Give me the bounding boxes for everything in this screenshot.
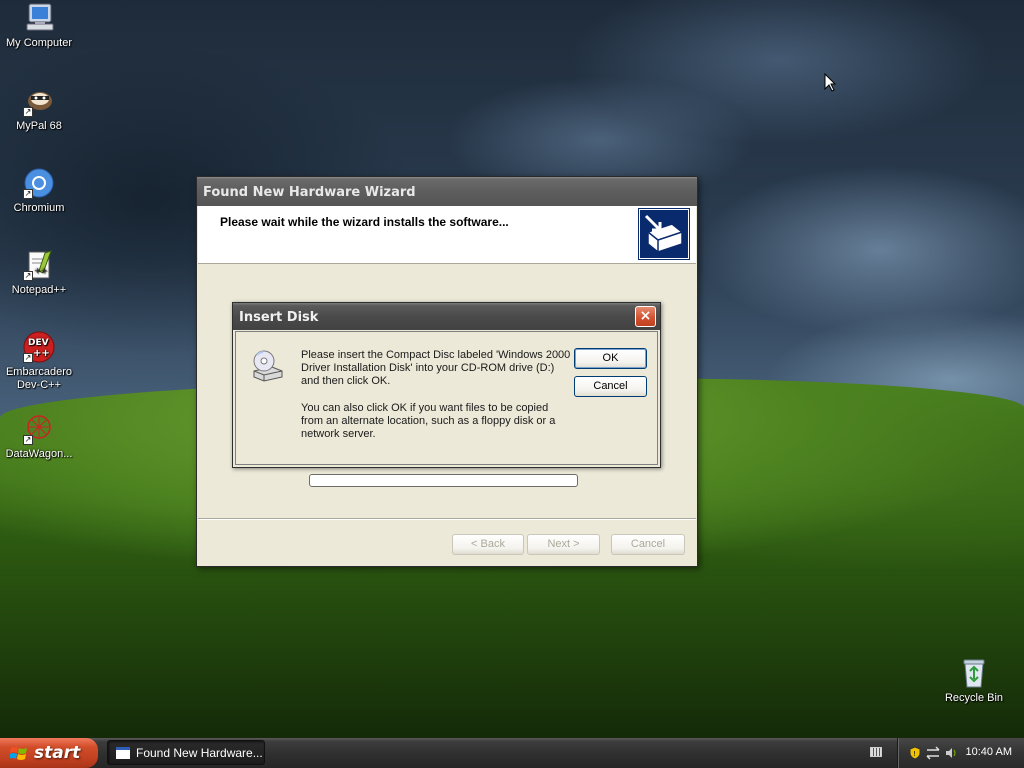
clock[interactable]: 10:40 AM bbox=[966, 746, 1012, 758]
desktop-icon-my-computer[interactable]: My Computer bbox=[0, 2, 78, 50]
start-label: start bbox=[34, 743, 81, 763]
security-shield-icon[interactable]: ! bbox=[908, 746, 922, 760]
desktop-icon-label: DataWagon... bbox=[5, 448, 73, 460]
desktop-icon-recycle-bin[interactable]: Recycle Bin bbox=[935, 657, 1013, 705]
keyboard-icon[interactable] bbox=[870, 747, 882, 757]
shortcut-arrow-icon: ↗ bbox=[23, 271, 33, 281]
insert-disk-message: Please insert the Compact Disc labeled '… bbox=[301, 349, 571, 387]
svg-text:DEV: DEV bbox=[28, 338, 49, 348]
my-computer-icon bbox=[23, 2, 55, 34]
svg-text:++: ++ bbox=[34, 266, 47, 275]
desktop-icon-label: Notepad++ bbox=[11, 284, 67, 296]
desktop-icon-devcpp[interactable]: DEV ++ ↗ Embarcadero Dev-C++ bbox=[0, 331, 78, 392]
shortcut-arrow-icon: ↗ bbox=[23, 107, 33, 117]
taskbar-item-label: Found New Hardware... bbox=[136, 746, 263, 760]
desktop-icon-notepad-plus-plus[interactable]: ++ ↗ Notepad++ bbox=[0, 249, 78, 297]
wizard-cancel-button[interactable]: Cancel bbox=[611, 534, 685, 555]
shortcut-arrow-icon: ↗ bbox=[23, 435, 33, 445]
svg-text:!: ! bbox=[913, 750, 916, 758]
hardware-install-icon bbox=[638, 208, 690, 260]
insert-disk-title: Insert Disk bbox=[239, 310, 319, 325]
desktop-icon-label: Recycle Bin bbox=[944, 692, 1004, 704]
start-button[interactable]: start bbox=[0, 738, 98, 768]
taskbar-item-found-new-hardware[interactable]: Found New Hardware... bbox=[107, 740, 265, 765]
shortcut-arrow-icon: ↗ bbox=[23, 353, 33, 363]
ok-button[interactable]: OK bbox=[574, 348, 647, 369]
close-button[interactable]: × bbox=[635, 306, 656, 327]
system-tray: ! 10:40 AM bbox=[897, 738, 1024, 768]
back-button[interactable]: < Back bbox=[452, 534, 524, 555]
datawagon-icon: ↗ bbox=[23, 413, 55, 445]
taskbar: start Found New Hardware... ! 10:40 AM bbox=[0, 738, 1024, 768]
wizard-titlebar[interactable]: Found New Hardware Wizard bbox=[197, 177, 697, 206]
wizard-header-title: Please wait while the wizard installs th… bbox=[220, 215, 509, 229]
desktop-icon-mypal[interactable]: ↗ MyPal 68 bbox=[0, 85, 78, 133]
cd-drive-icon bbox=[250, 349, 284, 383]
insert-disk-alternate-message: You can also click OK if you want files … bbox=[301, 402, 556, 440]
desktop-icon-chromium[interactable]: ↗ Chromium bbox=[0, 167, 78, 215]
insert-disk-cancel-button[interactable]: Cancel bbox=[574, 376, 647, 397]
windows-logo-icon bbox=[9, 745, 28, 762]
desktop-icon-datawagon[interactable]: ↗ DataWagon... bbox=[0, 413, 78, 461]
mypal-icon: ↗ bbox=[23, 85, 55, 117]
next-button[interactable]: Next > bbox=[527, 534, 600, 555]
svg-text:++: ++ bbox=[33, 348, 50, 359]
desktop-icon-label: Chromium bbox=[13, 202, 65, 214]
notepad-plus-plus-icon: ++ ↗ bbox=[23, 249, 55, 281]
mouse-cursor-icon bbox=[824, 72, 837, 92]
wizard-header: Please wait while the wizard installs th… bbox=[198, 206, 696, 264]
desktop-icon-label: Embarcadero Dev-C++ bbox=[5, 366, 73, 391]
recycle-bin-icon bbox=[958, 657, 990, 689]
window-icon bbox=[116, 747, 130, 759]
chromium-icon: ↗ bbox=[23, 167, 55, 199]
wizard-footer-separator bbox=[198, 518, 696, 520]
shortcut-arrow-icon: ↗ bbox=[23, 189, 33, 199]
devcpp-icon: DEV ++ ↗ bbox=[23, 331, 55, 363]
network-icon[interactable] bbox=[926, 746, 940, 760]
install-progress-bar bbox=[309, 474, 578, 487]
desktop-icon-label: MyPal 68 bbox=[16, 120, 62, 132]
desktop-icon-label: My Computer bbox=[5, 37, 73, 49]
insert-disk-titlebar[interactable]: Insert Disk × bbox=[233, 303, 660, 330]
insert-disk-dialog: Insert Disk × Please insert the Compact … bbox=[232, 302, 661, 468]
volume-icon[interactable] bbox=[944, 746, 958, 760]
close-icon: × bbox=[639, 308, 652, 324]
